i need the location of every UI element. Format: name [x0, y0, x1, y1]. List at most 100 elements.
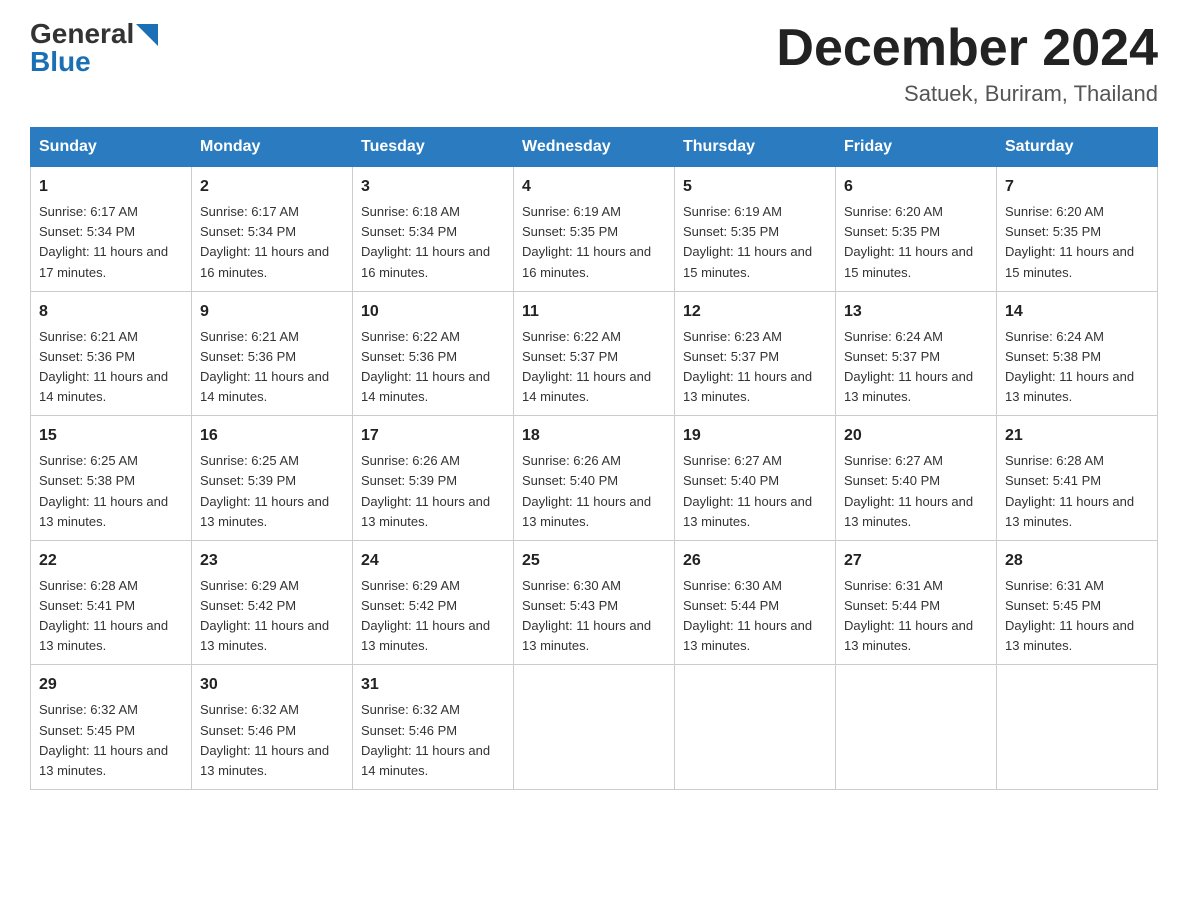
table-row — [836, 665, 997, 790]
calendar-table: Sunday Monday Tuesday Wednesday Thursday… — [30, 127, 1158, 790]
table-row: 15 Sunrise: 6:25 AMSunset: 5:38 PMDaylig… — [31, 416, 192, 541]
table-row: 22 Sunrise: 6:28 AMSunset: 5:41 PMDaylig… — [31, 540, 192, 665]
table-row: 2 Sunrise: 6:17 AMSunset: 5:34 PMDayligh… — [192, 167, 353, 292]
day-number: 26 — [683, 549, 827, 573]
day-number: 3 — [361, 175, 505, 199]
day-info: Sunrise: 6:20 AMSunset: 5:35 PMDaylight:… — [1005, 204, 1134, 279]
logo: General Blue — [30, 20, 158, 76]
day-info: Sunrise: 6:20 AMSunset: 5:35 PMDaylight:… — [844, 204, 973, 279]
day-number: 16 — [200, 424, 344, 448]
col-saturday: Saturday — [997, 128, 1158, 167]
calendar-week-row: 29 Sunrise: 6:32 AMSunset: 5:45 PMDaylig… — [31, 665, 1158, 790]
day-number: 9 — [200, 300, 344, 324]
day-number: 31 — [361, 673, 505, 697]
day-info: Sunrise: 6:31 AMSunset: 5:44 PMDaylight:… — [844, 578, 973, 653]
day-number: 13 — [844, 300, 988, 324]
table-row: 29 Sunrise: 6:32 AMSunset: 5:45 PMDaylig… — [31, 665, 192, 790]
col-monday: Monday — [192, 128, 353, 167]
day-number: 8 — [39, 300, 183, 324]
day-info: Sunrise: 6:27 AMSunset: 5:40 PMDaylight:… — [683, 453, 812, 528]
day-number: 24 — [361, 549, 505, 573]
col-sunday: Sunday — [31, 128, 192, 167]
day-info: Sunrise: 6:22 AMSunset: 5:37 PMDaylight:… — [522, 329, 651, 404]
table-row: 10 Sunrise: 6:22 AMSunset: 5:36 PMDaylig… — [353, 291, 514, 416]
table-row: 27 Sunrise: 6:31 AMSunset: 5:44 PMDaylig… — [836, 540, 997, 665]
col-thursday: Thursday — [675, 128, 836, 167]
table-row: 17 Sunrise: 6:26 AMSunset: 5:39 PMDaylig… — [353, 416, 514, 541]
page-header: General Blue December 2024 Satuek, Burir… — [30, 20, 1158, 107]
day-info: Sunrise: 6:28 AMSunset: 5:41 PMDaylight:… — [39, 578, 168, 653]
day-number: 19 — [683, 424, 827, 448]
table-row: 8 Sunrise: 6:21 AMSunset: 5:36 PMDayligh… — [31, 291, 192, 416]
day-info: Sunrise: 6:28 AMSunset: 5:41 PMDaylight:… — [1005, 453, 1134, 528]
table-row: 20 Sunrise: 6:27 AMSunset: 5:40 PMDaylig… — [836, 416, 997, 541]
table-row: 3 Sunrise: 6:18 AMSunset: 5:34 PMDayligh… — [353, 167, 514, 292]
table-row: 16 Sunrise: 6:25 AMSunset: 5:39 PMDaylig… — [192, 416, 353, 541]
day-number: 28 — [1005, 549, 1149, 573]
day-info: Sunrise: 6:26 AMSunset: 5:39 PMDaylight:… — [361, 453, 490, 528]
calendar-week-row: 1 Sunrise: 6:17 AMSunset: 5:34 PMDayligh… — [31, 167, 1158, 292]
day-info: Sunrise: 6:18 AMSunset: 5:34 PMDaylight:… — [361, 204, 490, 279]
table-row: 9 Sunrise: 6:21 AMSunset: 5:36 PMDayligh… — [192, 291, 353, 416]
logo-arrow-icon — [136, 24, 158, 46]
day-number: 29 — [39, 673, 183, 697]
day-info: Sunrise: 6:19 AMSunset: 5:35 PMDaylight:… — [683, 204, 812, 279]
calendar-header-row: Sunday Monday Tuesday Wednesday Thursday… — [31, 128, 1158, 167]
table-row — [675, 665, 836, 790]
logo-general-text: General — [30, 20, 134, 48]
day-info: Sunrise: 6:24 AMSunset: 5:37 PMDaylight:… — [844, 329, 973, 404]
day-number: 20 — [844, 424, 988, 448]
day-info: Sunrise: 6:31 AMSunset: 5:45 PMDaylight:… — [1005, 578, 1134, 653]
table-row: 24 Sunrise: 6:29 AMSunset: 5:42 PMDaylig… — [353, 540, 514, 665]
day-number: 2 — [200, 175, 344, 199]
table-row: 18 Sunrise: 6:26 AMSunset: 5:40 PMDaylig… — [514, 416, 675, 541]
day-number: 15 — [39, 424, 183, 448]
logo-blue-text: Blue — [30, 48, 158, 76]
table-row: 23 Sunrise: 6:29 AMSunset: 5:42 PMDaylig… — [192, 540, 353, 665]
day-number: 7 — [1005, 175, 1149, 199]
day-info: Sunrise: 6:32 AMSunset: 5:46 PMDaylight:… — [361, 702, 490, 777]
day-info: Sunrise: 6:21 AMSunset: 5:36 PMDaylight:… — [200, 329, 329, 404]
day-number: 4 — [522, 175, 666, 199]
table-row: 13 Sunrise: 6:24 AMSunset: 5:37 PMDaylig… — [836, 291, 997, 416]
day-info: Sunrise: 6:32 AMSunset: 5:45 PMDaylight:… — [39, 702, 168, 777]
day-info: Sunrise: 6:26 AMSunset: 5:40 PMDaylight:… — [522, 453, 651, 528]
table-row: 11 Sunrise: 6:22 AMSunset: 5:37 PMDaylig… — [514, 291, 675, 416]
day-number: 10 — [361, 300, 505, 324]
day-info: Sunrise: 6:17 AMSunset: 5:34 PMDaylight:… — [39, 204, 168, 279]
table-row: 5 Sunrise: 6:19 AMSunset: 5:35 PMDayligh… — [675, 167, 836, 292]
day-number: 30 — [200, 673, 344, 697]
day-info: Sunrise: 6:30 AMSunset: 5:44 PMDaylight:… — [683, 578, 812, 653]
day-info: Sunrise: 6:23 AMSunset: 5:37 PMDaylight:… — [683, 329, 812, 404]
day-number: 14 — [1005, 300, 1149, 324]
table-row: 7 Sunrise: 6:20 AMSunset: 5:35 PMDayligh… — [997, 167, 1158, 292]
day-info: Sunrise: 6:19 AMSunset: 5:35 PMDaylight:… — [522, 204, 651, 279]
day-number: 6 — [844, 175, 988, 199]
table-row — [514, 665, 675, 790]
day-number: 11 — [522, 300, 666, 324]
day-number: 27 — [844, 549, 988, 573]
table-row: 19 Sunrise: 6:27 AMSunset: 5:40 PMDaylig… — [675, 416, 836, 541]
day-number: 5 — [683, 175, 827, 199]
day-number: 25 — [522, 549, 666, 573]
day-info: Sunrise: 6:29 AMSunset: 5:42 PMDaylight:… — [361, 578, 490, 653]
day-number: 21 — [1005, 424, 1149, 448]
table-row: 6 Sunrise: 6:20 AMSunset: 5:35 PMDayligh… — [836, 167, 997, 292]
day-info: Sunrise: 6:21 AMSunset: 5:36 PMDaylight:… — [39, 329, 168, 404]
col-friday: Friday — [836, 128, 997, 167]
table-row: 1 Sunrise: 6:17 AMSunset: 5:34 PMDayligh… — [31, 167, 192, 292]
table-row: 31 Sunrise: 6:32 AMSunset: 5:46 PMDaylig… — [353, 665, 514, 790]
day-info: Sunrise: 6:24 AMSunset: 5:38 PMDaylight:… — [1005, 329, 1134, 404]
location-title: Satuek, Buriram, Thailand — [776, 81, 1158, 107]
day-number: 23 — [200, 549, 344, 573]
table-row: 25 Sunrise: 6:30 AMSunset: 5:43 PMDaylig… — [514, 540, 675, 665]
col-wednesday: Wednesday — [514, 128, 675, 167]
table-row: 28 Sunrise: 6:31 AMSunset: 5:45 PMDaylig… — [997, 540, 1158, 665]
day-number: 12 — [683, 300, 827, 324]
title-block: December 2024 Satuek, Buriram, Thailand — [776, 20, 1158, 107]
table-row: 12 Sunrise: 6:23 AMSunset: 5:37 PMDaylig… — [675, 291, 836, 416]
day-info: Sunrise: 6:30 AMSunset: 5:43 PMDaylight:… — [522, 578, 651, 653]
day-info: Sunrise: 6:25 AMSunset: 5:38 PMDaylight:… — [39, 453, 168, 528]
day-number: 22 — [39, 549, 183, 573]
calendar-week-row: 15 Sunrise: 6:25 AMSunset: 5:38 PMDaylig… — [31, 416, 1158, 541]
